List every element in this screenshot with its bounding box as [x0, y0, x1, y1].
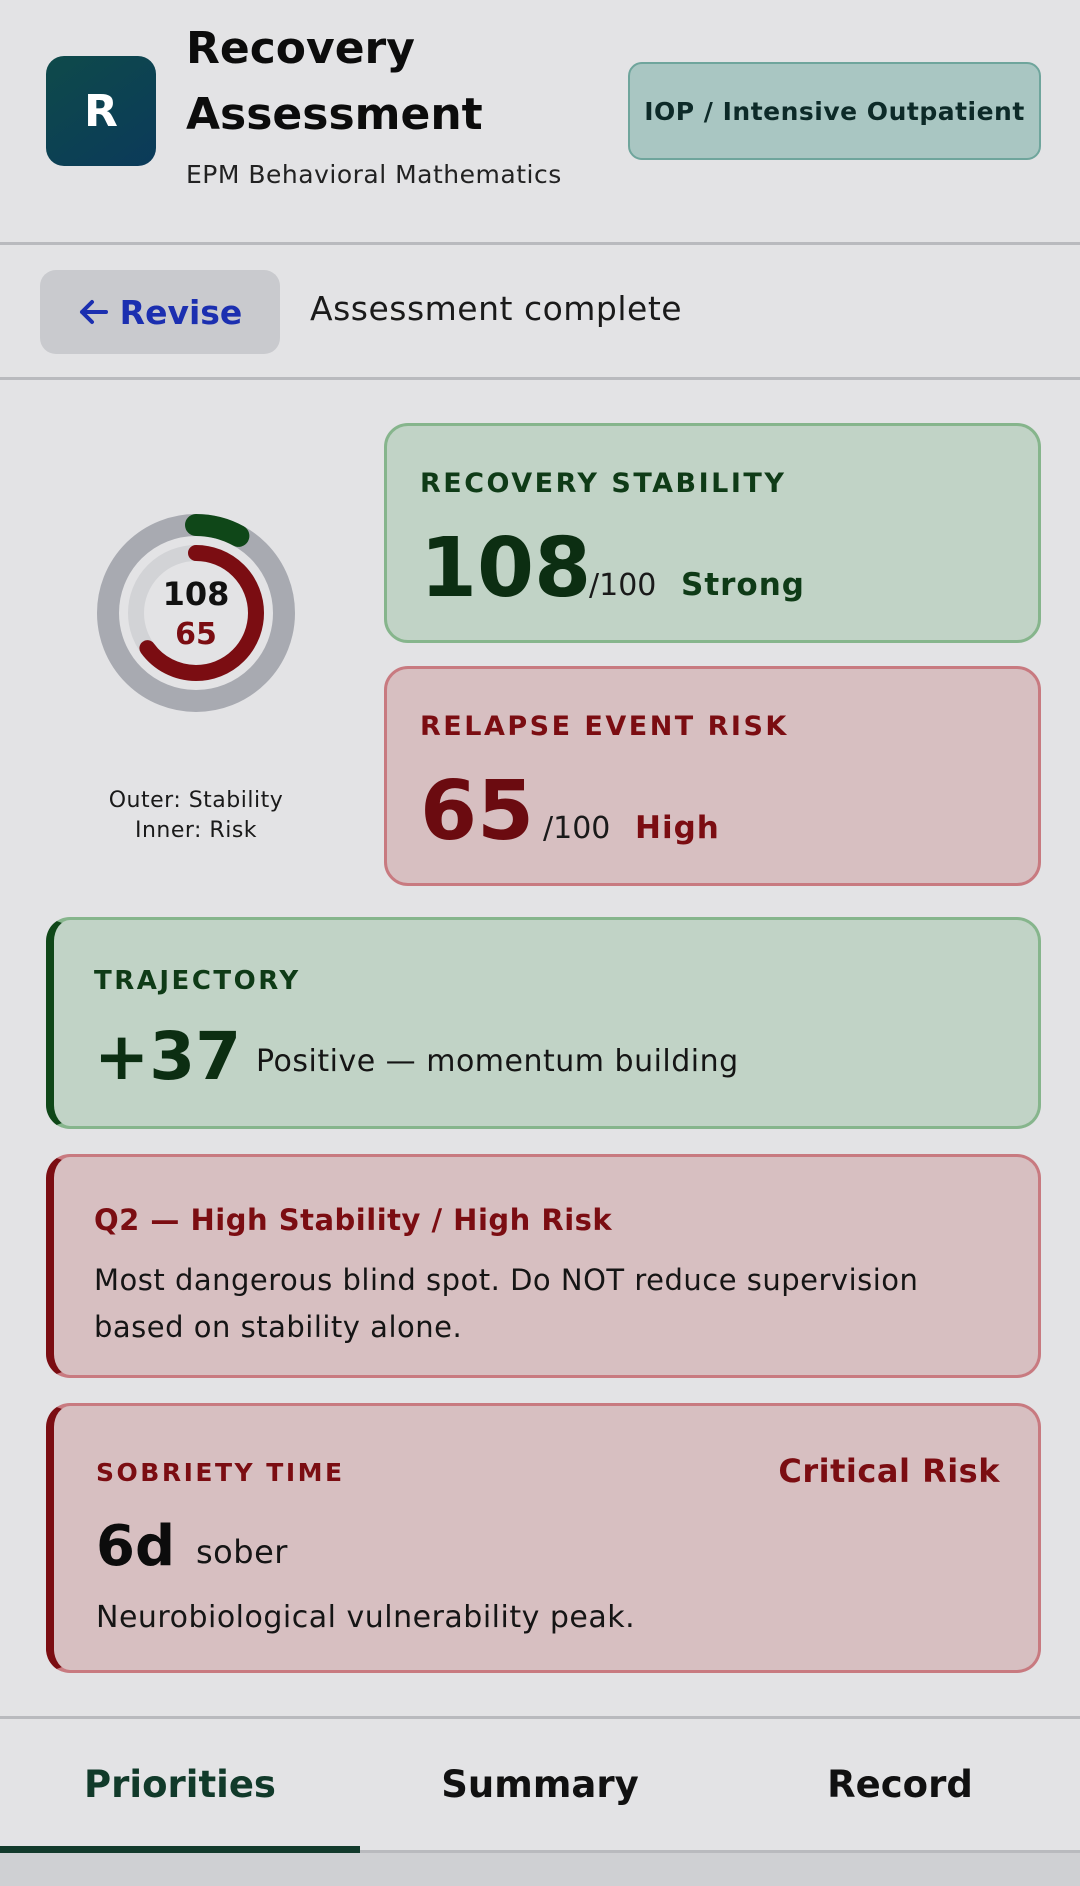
status-bar: Revise Assessment complete — [0, 245, 1080, 380]
risk-out-of: /100 — [543, 811, 611, 846]
page-subtitle: EPM Behavioral Mathematics — [186, 160, 562, 189]
bottom-strip — [0, 1853, 1080, 1886]
logo-letter: R — [84, 85, 118, 137]
risk-card[interactable]: RELAPSE EVENT RISK 65 /100 High — [384, 666, 1041, 886]
risk-level: High — [635, 810, 720, 846]
sobriety-unit: sober — [196, 1533, 288, 1571]
recovery-assessment-screen: R Recovery Assessment EPM Behavioral Mat… — [0, 0, 1080, 1886]
header: R Recovery Assessment EPM Behavioral Mat… — [0, 0, 1080, 245]
revise-button-label: Revise — [119, 292, 243, 332]
risk-value: 65 — [420, 764, 535, 859]
trajectory-card[interactable]: TRAJECTORY +37 Positive — momentum build… — [46, 917, 1041, 1129]
sobriety-card[interactable]: SOBRIETY TIME Critical Risk 6d sober Neu… — [46, 1403, 1041, 1673]
tab-priorities[interactable]: Priorities — [0, 1719, 360, 1853]
trajectory-label: TRAJECTORY — [94, 966, 301, 996]
ring-inner-value: 65 — [175, 617, 217, 652]
assessment-status: Assessment complete — [310, 289, 683, 328]
risk-label: RELAPSE EVENT RISK — [420, 711, 789, 742]
tab-summary[interactable]: Summary — [360, 1719, 720, 1850]
stability-level: Strong — [681, 567, 805, 603]
ring-legend: Outer: Stability Inner: Risk — [60, 786, 332, 846]
stability-out-of: /100 — [589, 568, 657, 603]
score-ring: 108 65 — [96, 513, 296, 713]
arrow-left-icon — [79, 300, 108, 324]
bottom-tab-bar: Priorities Summary Record — [0, 1716, 1080, 1853]
revise-button[interactable]: Revise — [40, 270, 280, 354]
ring-legend-outer: Outer: Stability — [108, 788, 284, 813]
ring-outer-value: 108 — [163, 575, 230, 613]
sobriety-text: Neurobiological vulnerability peak. — [96, 1600, 636, 1635]
sobriety-value: 6d — [96, 1514, 176, 1579]
stability-card[interactable]: RECOVERY STABILITY 108 /100 Strong — [384, 423, 1041, 643]
trajectory-value: +37 — [94, 1018, 242, 1095]
app-logo: R — [46, 56, 156, 166]
sobriety-label: SOBRIETY TIME — [96, 1458, 345, 1487]
stability-label: RECOVERY STABILITY — [420, 468, 787, 499]
program-badge[interactable]: IOP / Intensive Outpatient — [628, 62, 1041, 160]
score-ring-svg: 108 65 — [97, 514, 295, 712]
quadrant-title: Q2 — High Stability / High Risk — [94, 1203, 613, 1237]
trajectory-text: Positive — momentum building — [256, 1044, 739, 1079]
sobriety-risk-badge: Critical Risk — [778, 1452, 1000, 1490]
ring-legend-inner: Inner: Risk — [134, 818, 258, 843]
stability-value: 108 — [420, 521, 592, 616]
page-title: Recovery Assessment — [186, 23, 483, 140]
tab-record[interactable]: Record — [720, 1719, 1080, 1850]
quadrant-text: Most dangerous blind spot. Do NOT reduce… — [94, 1263, 919, 1344]
quadrant-card[interactable]: Q2 — High Stability / High Risk Most dan… — [46, 1154, 1041, 1378]
